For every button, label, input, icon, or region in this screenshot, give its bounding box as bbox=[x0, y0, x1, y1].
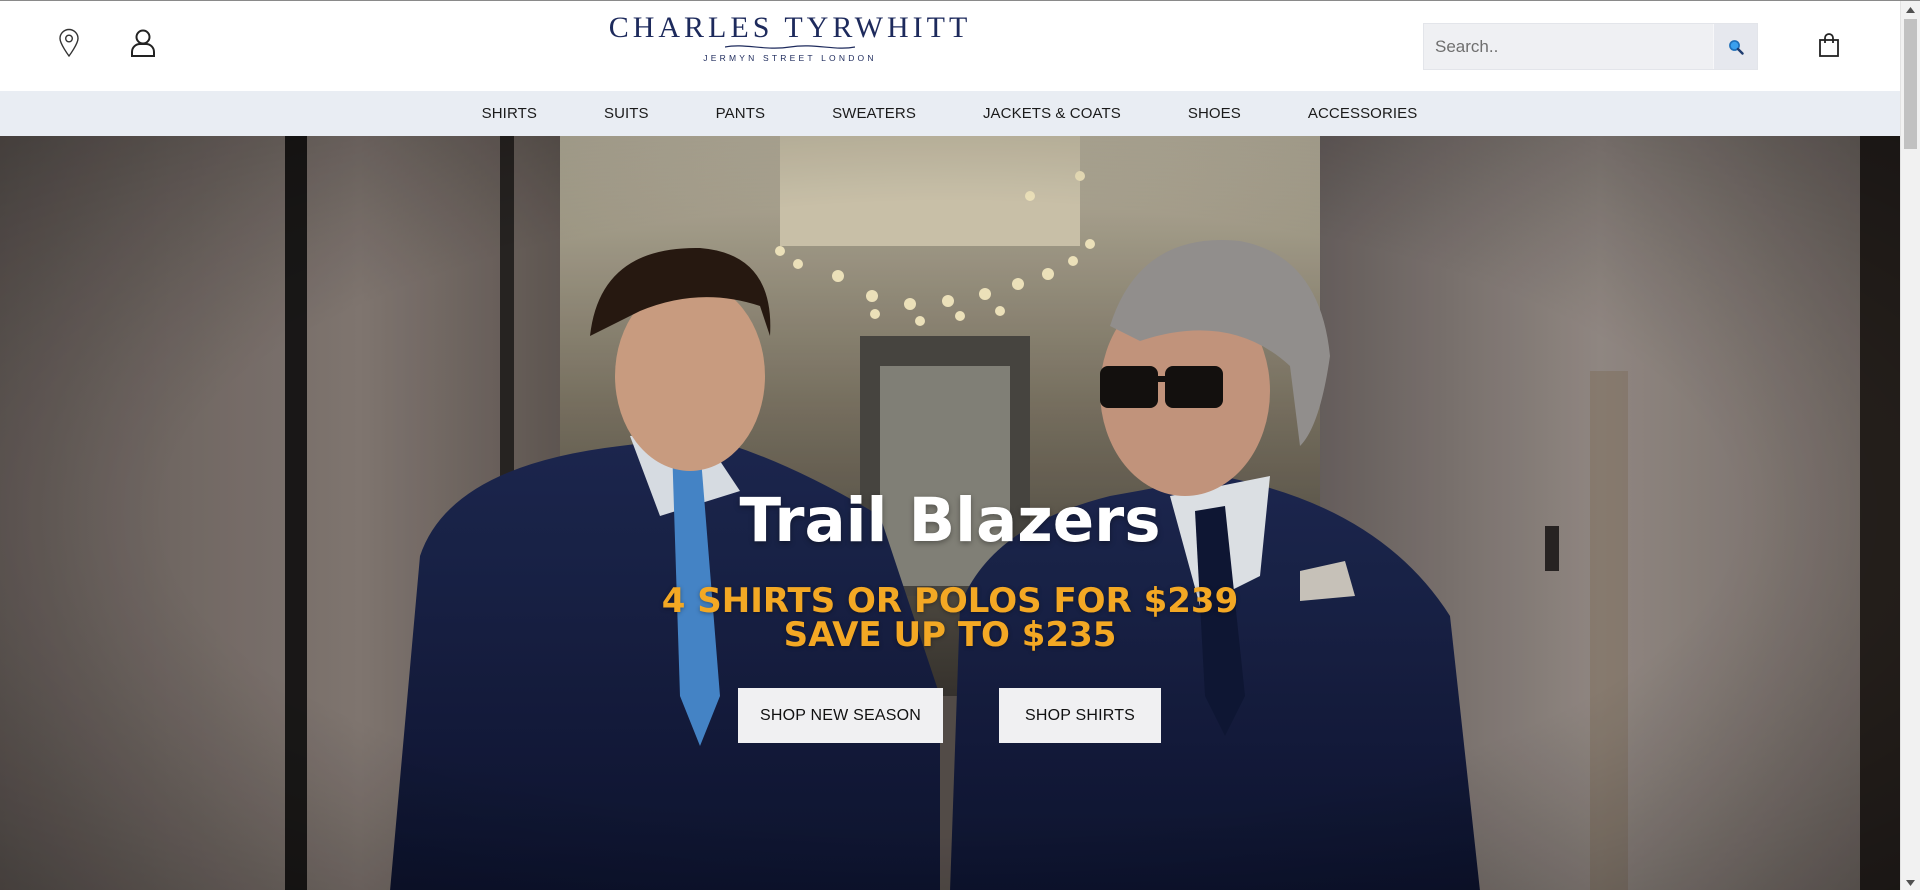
search-input[interactable] bbox=[1424, 24, 1714, 69]
hero-promo-line-1: 4 SHIRTS OR POLOS FOR $239 bbox=[661, 581, 1239, 621]
page-scrollbar[interactable] bbox=[1900, 1, 1920, 890]
user-icon[interactable] bbox=[128, 27, 158, 59]
shop-shirts-button[interactable]: SHOP SHIRTS bbox=[999, 688, 1161, 743]
nav-item-shoes[interactable]: SHOES bbox=[1188, 105, 1241, 122]
shopping-bag-icon[interactable] bbox=[1814, 29, 1844, 61]
hero-banner[interactable]: Trail Blazers 4 SHIRTS OR POLOS FOR $239… bbox=[0, 136, 1900, 890]
shop-new-season-button[interactable]: SHOP NEW SEASON bbox=[738, 688, 943, 743]
nav-item-accessories[interactable]: ACCESSORIES bbox=[1308, 105, 1417, 122]
nav-item-sweaters[interactable]: SWEATERS bbox=[832, 105, 916, 122]
site-header: CHARLES TYRWHITT JERMYN STREET LONDON bbox=[0, 1, 1900, 91]
brand-tagline: JERMYN STREET LONDON bbox=[703, 53, 877, 63]
nav-item-shirts[interactable]: SHIRTS bbox=[482, 105, 537, 122]
nav-item-jackets-coats[interactable]: JACKETS & COATS bbox=[983, 105, 1121, 122]
nav-item-suits[interactable]: SUITS bbox=[604, 105, 649, 122]
nav-item-pants[interactable]: PANTS bbox=[716, 105, 765, 122]
hero-promo-line-2: SAVE UP TO $235 bbox=[783, 615, 1117, 655]
main-nav: SHIRTS SUITS PANTS SWEATERS JACKETS & CO… bbox=[0, 91, 1900, 136]
hero-title: Trail Blazers bbox=[739, 485, 1161, 556]
scroll-down-arrow-icon[interactable] bbox=[1901, 874, 1920, 890]
search-icon bbox=[1728, 39, 1744, 55]
search-box bbox=[1423, 23, 1758, 70]
brand-name: CHARLES TYRWHITT bbox=[608, 11, 972, 44]
scroll-up-arrow-icon[interactable] bbox=[1901, 1, 1920, 18]
brand-logo[interactable]: CHARLES TYRWHITT JERMYN STREET LONDON bbox=[590, 11, 990, 64]
location-pin-icon[interactable] bbox=[54, 27, 84, 59]
logo-wave-icon bbox=[725, 45, 855, 49]
search-button[interactable] bbox=[1713, 24, 1757, 69]
scrollbar-thumb[interactable] bbox=[1904, 19, 1917, 149]
page: CHARLES TYRWHITT JERMYN STREET LONDON Se… bbox=[0, 0, 1920, 890]
